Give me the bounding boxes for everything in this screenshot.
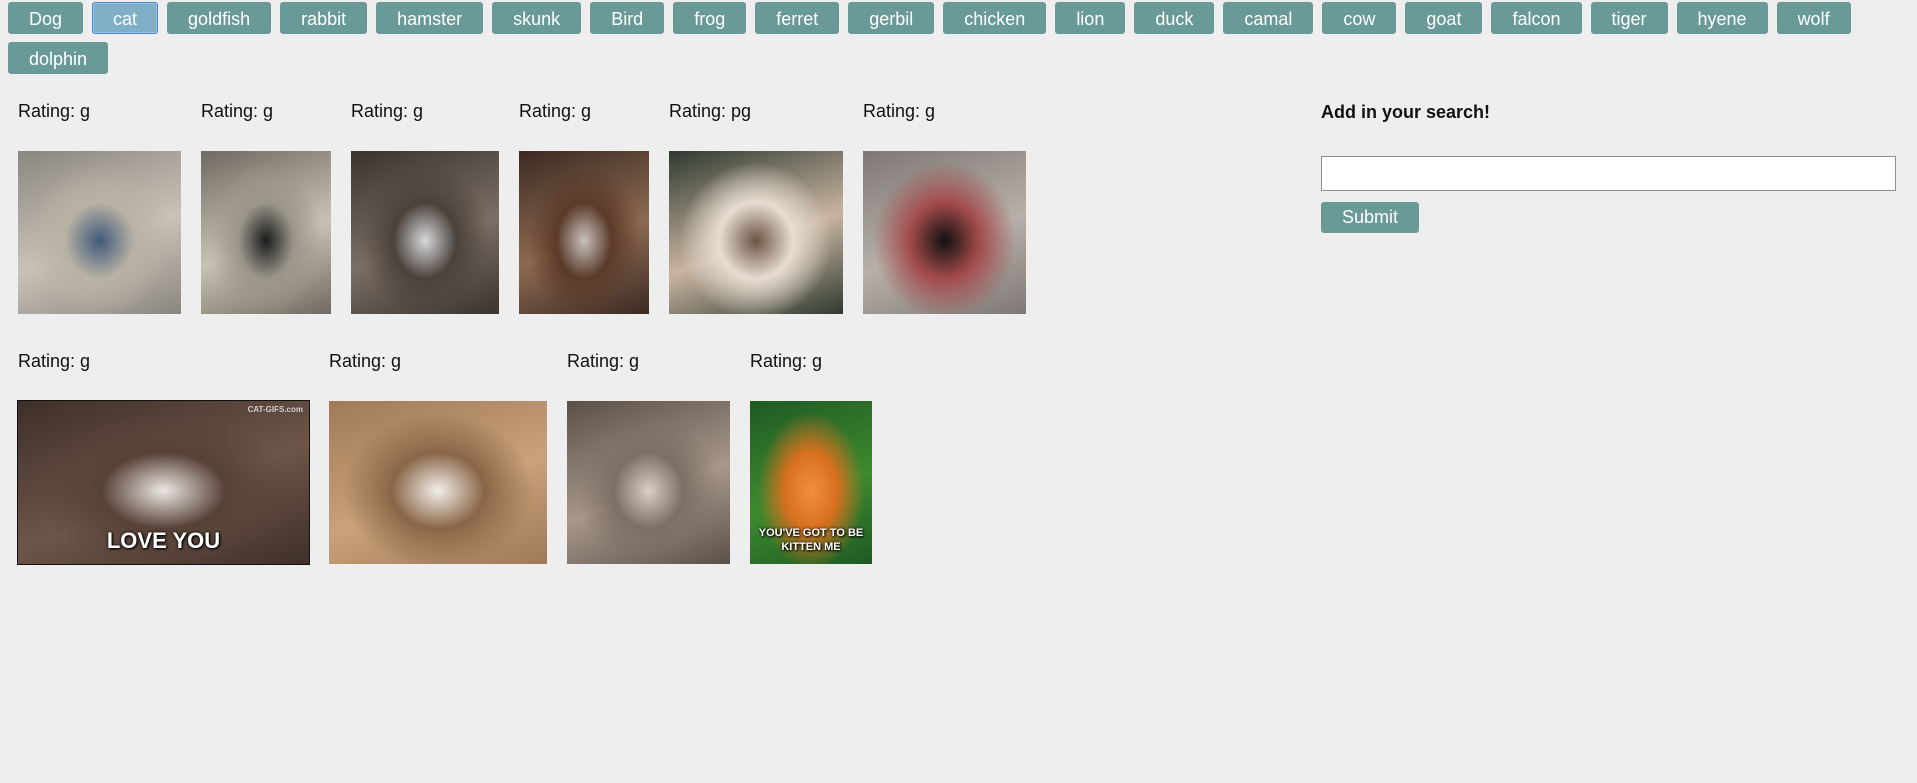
gif-row: Rating: g Rating: g Rating: g Rating: g Rati… [18,100,1248,314]
gif-watermark: CAT-GIFS.com [247,405,303,414]
rating-label: Rating: [18,101,81,121]
rating-value: g [80,351,91,371]
gif-rating: Rating: g [567,350,730,372]
animal-button-hamster[interactable]: hamster [376,2,484,34]
animal-button-bird[interactable]: Bird [590,2,665,34]
search-panel: Add in your search! Submit [1321,101,1901,233]
cat-gif-image[interactable] [201,151,331,314]
gif-rating: Rating: g [351,100,499,122]
animal-button-goldfish[interactable]: goldfish [167,2,272,34]
gif-rating: Rating: g [519,100,649,122]
gif-rating: Rating: g [201,100,331,122]
rating-label: Rating: [519,101,582,121]
cat-gif-image[interactable]: CAT-GIFS.com LOVE YOU [17,400,310,565]
search-input[interactable] [1321,156,1896,191]
rating-value: g [391,351,402,371]
rating-label: Rating: [329,351,392,371]
gif-rating: Rating: g [18,350,309,372]
rating-label: Rating: [669,101,732,121]
cat-gif-image[interactable] [329,401,547,564]
gif-card: Rating: g [18,100,181,314]
gif-card: Rating: g CAT-GIFS.com LOVE YOU [17,350,310,565]
rating-label: Rating: [750,351,813,371]
animal-button-dog[interactable]: Dog [8,2,84,34]
cat-gif-image[interactable] [669,151,843,314]
animal-button-gerbil[interactable]: gerbil [848,2,935,34]
rating-label: Rating: [18,351,81,371]
animal-button-chicken[interactable]: chicken [943,2,1047,34]
rating-value: g [629,351,640,371]
animal-button-wolf[interactable]: wolf [1776,2,1851,34]
gif-rating: Rating: g [18,100,181,122]
gif-card: Rating: g [351,100,499,314]
gif-card: Rating: g [329,350,547,564]
rating-value: g [925,101,936,121]
gif-card: Rating: g YOU'VE GOT TO BE KITTEN ME [750,350,872,564]
cat-gif-image[interactable]: YOU'VE GOT TO BE KITTEN ME [750,401,872,564]
animal-buttons-bar: Dog cat goldfish rabbit hamster skunk Bird frog… [0,0,1908,82]
gif-caption: LOVE YOU [106,528,221,553]
animal-button-tiger[interactable]: tiger [1590,2,1668,34]
rating-value: pg [731,101,752,121]
animal-button-frog[interactable]: frog [673,2,747,34]
rating-value: g [263,101,274,121]
animal-button-skunk[interactable]: skunk [492,2,582,34]
gif-card: Rating: pg [669,100,843,314]
animal-button-cow[interactable]: cow [1322,2,1397,34]
animal-button-dolphin[interactable]: dolphin [8,42,109,74]
animal-button-rabbit[interactable]: rabbit [280,2,368,34]
animal-button-duck[interactable]: duck [1134,2,1215,34]
rating-value: g [581,101,592,121]
rating-value: g [413,101,424,121]
animal-button-goat[interactable]: goat [1405,2,1483,34]
rating-value: g [812,351,823,371]
gif-rating: Rating: g [863,100,1026,122]
gif-caption: YOU'VE GOT TO BE KITTEN ME [758,527,864,553]
cat-gif-image[interactable] [863,151,1026,314]
animal-button-camal[interactable]: camal [1223,2,1314,34]
submit-button[interactable]: Submit [1321,202,1420,233]
animal-button-ferret[interactable]: ferret [755,2,840,34]
cat-gif-image[interactable] [519,151,649,314]
animal-button-falcon[interactable]: falcon [1491,2,1582,34]
cat-gif-image[interactable] [18,151,181,314]
gif-rating: Rating: g [750,350,872,372]
rating-label: Rating: [351,101,414,121]
rating-label: Rating: [567,351,630,371]
rating-label: Rating: [863,101,926,121]
gif-row: Rating: g CAT-GIFS.com LOVE YOU Rating: g Ra… [17,350,1248,565]
animal-button-lion[interactable]: lion [1055,2,1126,34]
gif-rating: Rating: g [329,350,547,372]
gif-card: Rating: g [863,100,1026,314]
rating-label: Rating: [201,101,264,121]
cat-gif-image[interactable] [351,151,499,314]
cat-gif-image[interactable] [567,401,730,564]
gif-results: Rating: g Rating: g Rating: g Rating: g Rati… [17,100,1248,600]
animal-button-hyene[interactable]: hyene [1676,2,1768,34]
gif-rating: Rating: pg [669,100,843,122]
gif-card: Rating: g [201,100,331,314]
animal-button-cat[interactable]: cat [92,2,159,34]
gif-card: Rating: g [567,350,730,564]
gif-card: Rating: g [519,100,649,314]
search-heading: Add in your search! [1321,102,1491,122]
rating-value: g [80,101,91,121]
